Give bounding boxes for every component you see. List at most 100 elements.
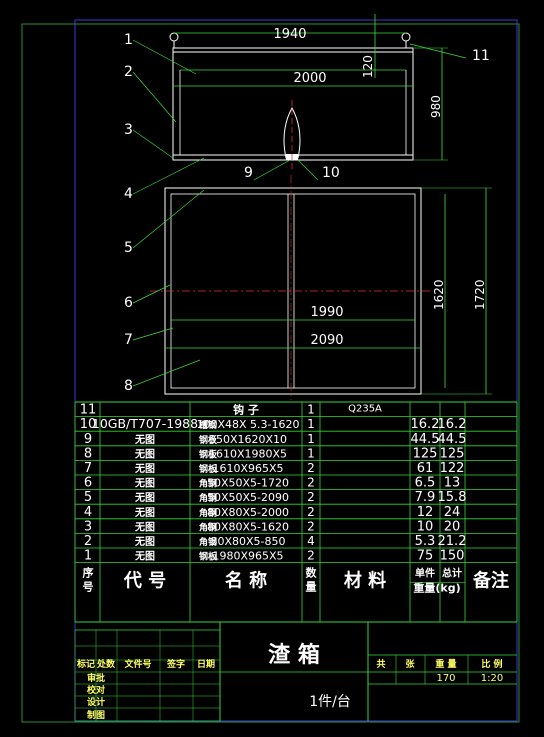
dim-1990: 1990 xyxy=(310,305,343,320)
bom-cell-name-sub: 100X48X 5.3-1620 xyxy=(196,418,299,431)
balloon-11: 11 xyxy=(472,48,490,64)
tb-sheet-label: 张 xyxy=(405,658,415,670)
drawing-border xyxy=(21,23,520,723)
bom-cell-code: 无图 xyxy=(134,463,155,475)
leader-9 xyxy=(253,159,291,181)
bom-cell-no: 3 xyxy=(84,519,92,534)
tb-row-label: 设计 xyxy=(87,696,105,708)
bom-cell-unit-weight: 5.3 xyxy=(415,534,436,549)
bom-cell-qty: 2 xyxy=(307,490,315,504)
tb-col-label: 文件号 xyxy=(123,658,151,670)
bom-cell-qty: 1 xyxy=(307,432,315,446)
bom-cell-unit-weight: 10 xyxy=(417,519,434,534)
drawing-inner-border xyxy=(74,19,518,722)
bom-cell-unit-weight: 12 xyxy=(417,505,434,520)
bom-cell-qty: 2 xyxy=(307,549,315,563)
bom-cell-total-weight: 15.8 xyxy=(438,490,467,505)
plan-view xyxy=(150,175,430,400)
bom-cell-qty: 1 xyxy=(307,417,315,431)
dim-1940: 1940 xyxy=(273,27,306,42)
bom-cell-total-weight: 21.2 xyxy=(438,534,467,549)
bom-cell-total-weight: 44.5 xyxy=(438,432,467,447)
bom-cell-no: 5 xyxy=(84,490,92,505)
bom-cell-unit-weight: 75 xyxy=(417,549,434,564)
bom-cell-no: 7 xyxy=(84,461,92,476)
bom-cell-code: 无图 xyxy=(134,507,155,519)
bom-cell-total-weight: 13 xyxy=(444,476,461,491)
bom-cell-total-weight: 16.2 xyxy=(438,417,467,432)
tb-sheet-label: 共 xyxy=(376,658,385,670)
bom-header-remark: 备注 xyxy=(472,570,509,592)
dim-2000: 2000 xyxy=(293,71,326,86)
bom-cell-code: 无图 xyxy=(134,434,155,446)
balloon-2: 2 xyxy=(124,64,133,80)
balloon-4: 4 xyxy=(124,186,133,202)
bom-header-total-weight: 总计 xyxy=(442,567,462,580)
bom-table: 11 钩 子 1 Q235A1010GB/T707-1988 槽钢100X48X 5.3… xyxy=(74,401,518,623)
bom-cell-name-sub: 80X80X5-850 xyxy=(210,535,285,548)
bom-cell-unit-weight: 61 xyxy=(417,461,434,476)
bom-cell-no: 2 xyxy=(84,534,92,549)
balloon-5: 5 xyxy=(124,240,133,256)
bom-cell-name-sub: 1980X965X5 xyxy=(212,550,283,563)
bom-cell-name-sub: 1610X965X5 xyxy=(212,462,283,475)
bom-cell-no: 6 xyxy=(84,476,92,491)
tb-col-label: 日期 xyxy=(197,658,215,670)
bom-header-no: 序 xyxy=(83,566,94,580)
bom-cell-qty: 2 xyxy=(307,461,315,475)
dim-2090: 2090 xyxy=(310,333,343,348)
bom-cell-unit-weight: 7.9 xyxy=(415,490,436,505)
bom-cell-qty: 1 xyxy=(307,446,315,460)
bom-cell-total-weight: 122 xyxy=(440,461,465,476)
bom-cell-code: 10GB/T707-1988 xyxy=(92,416,198,431)
bom-header-code: 代 号 xyxy=(123,571,166,592)
left-hook xyxy=(169,32,179,42)
balloon-6: 6 xyxy=(124,295,133,311)
front-dimensions: 1940 2000 120 980 xyxy=(173,14,448,161)
tb-col-label: 标记 xyxy=(76,658,95,670)
leader-lines xyxy=(132,39,467,387)
dim-120: 120 xyxy=(361,55,375,78)
dim-980: 980 xyxy=(429,95,443,118)
tb-row-label: 制图 xyxy=(87,709,105,721)
leader-11 xyxy=(409,43,467,59)
tb-sheet-label: 重 量 xyxy=(435,658,456,670)
drawing-scale: 1:20 xyxy=(481,673,503,684)
bom-cell-name-main: 钩 子 xyxy=(233,403,259,417)
balloon-7: 7 xyxy=(124,332,133,348)
drawing-weight: 170 xyxy=(436,673,455,684)
tb-col-label: 签字 xyxy=(166,658,185,670)
front-view-body xyxy=(172,47,414,161)
bom-cell-unit-weight: 6.5 xyxy=(415,476,436,491)
drawing-quantity: 1件/台 xyxy=(309,694,351,710)
drawing-viewport: 1940 2000 120 980 1990 2090 1 6 20 1720 1 … xyxy=(0,0,544,737)
bom-cell-no: 1 xyxy=(84,549,92,564)
bom-header-no: 号 xyxy=(83,581,94,594)
leader-8 xyxy=(132,359,201,387)
leader-1 xyxy=(132,39,197,75)
drawing-title: 渣 箱 xyxy=(268,642,320,668)
cad-drawing: 1940 2000 120 980 1990 2090 1 6 20 1720 1 … xyxy=(21,14,520,723)
bom-cell-code: 无图 xyxy=(134,492,155,504)
balloon-10: 10 xyxy=(322,165,340,181)
balloon-9: 9 xyxy=(244,165,253,181)
bom-cell-code: 无图 xyxy=(134,448,155,460)
front-view xyxy=(169,32,414,170)
bom-cell-code: 无图 xyxy=(134,536,155,548)
bom-cell-name-sub: 350X1620X10 xyxy=(209,433,287,446)
bom-cell-name-sub: 80X80X5-1620 xyxy=(207,520,289,533)
bom-cell-total-weight: 24 xyxy=(444,505,461,520)
right-hook xyxy=(401,32,411,42)
balloon-8: 8 xyxy=(124,378,133,394)
bom-cell-qty: 2 xyxy=(307,505,315,519)
balloon-1: 1 xyxy=(124,32,133,48)
bom-cell-code: 无图 xyxy=(134,521,155,533)
bom-header-unit-weight: 单件 xyxy=(415,567,435,580)
bom-cell-name-sub: 50X50X5-1720 xyxy=(207,477,289,490)
dim-1720: 1720 xyxy=(473,279,487,310)
bom-cell-total-weight: 20 xyxy=(444,519,461,534)
bom-cell-name-sub: 1610X1980X5 xyxy=(209,447,287,460)
bom-cell-total-weight: 150 xyxy=(440,549,465,564)
leader-3 xyxy=(132,129,174,159)
leader-7 xyxy=(132,327,174,341)
